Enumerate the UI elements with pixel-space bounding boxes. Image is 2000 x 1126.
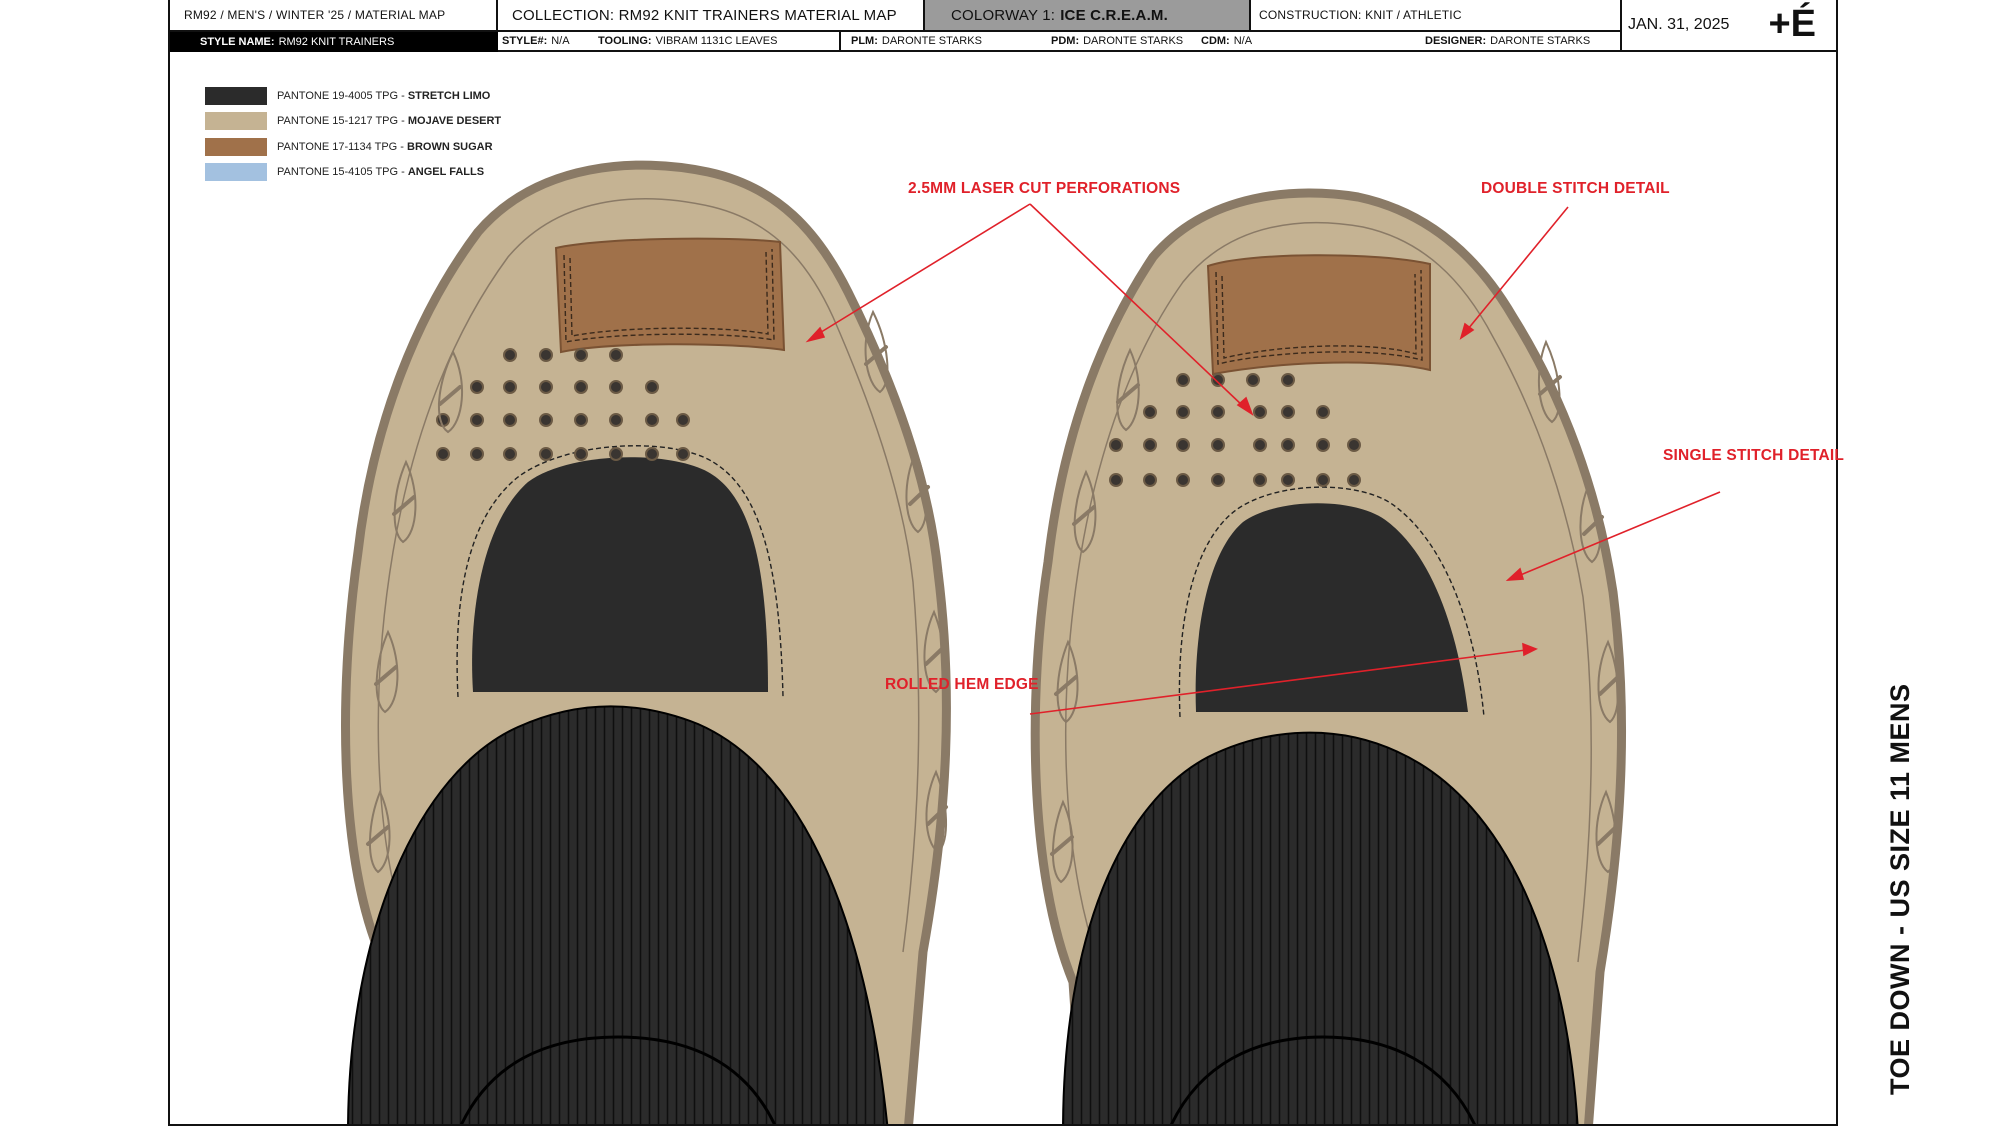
- construction-cell: CONSTRUCTION: KNIT / ATHLETIC: [1251, 0, 1622, 32]
- date-text: JAN. 31, 2025: [1628, 16, 1730, 33]
- season-cell: RM92 / MEN'S / WINTER '25 / MATERIAL MAP: [170, 0, 498, 32]
- view-size-label: TOE DOWN - US SIZE 11 MENS: [1885, 683, 1915, 1095]
- tooling-cell: TOOLING: VIBRAM 1131C LEAVES: [598, 32, 841, 52]
- pdm-label: PDM:: [1051, 35, 1080, 47]
- callout-rolled-hem: ROLLED HEM EDGE: [885, 676, 1039, 693]
- cdm-label: CDM:: [1201, 35, 1230, 47]
- colorway-cell: COLORWAY 1: ICE C.R.E.A.M.: [925, 0, 1251, 32]
- designer-label: DESIGNER:: [1425, 35, 1487, 47]
- pdm-cell: PDM: DARONTE STARKS: [1051, 32, 1201, 52]
- tooling-value: VIBRAM 1131C LEAVES: [655, 35, 778, 47]
- cdm-cell: CDM: N/A: [1201, 32, 1425, 52]
- shoe-illustration: [341, 160, 1721, 1124]
- colorway-label: COLORWAY 1:: [951, 6, 1056, 24]
- left-heel-tab: [554, 237, 786, 354]
- style-name-label: STYLE NAME:: [200, 36, 275, 48]
- brand-logo: +É: [1768, 3, 1816, 45]
- plm-cell: PLM: DARONTE STARKS: [841, 32, 1051, 52]
- season-text: RM92 / MEN'S / WINTER '25 / MATERIAL MAP: [184, 8, 446, 22]
- style-name-value: RM92 KNIT TRAINERS: [278, 36, 395, 48]
- callout-perforations: 2.5MM LASER CUT PERFORATIONS: [908, 180, 1181, 197]
- plm-value: DARONTE STARKS: [881, 35, 982, 47]
- collection-text: COLLECTION: RM92 KNIT TRAINERS MATERIAL …: [512, 6, 897, 24]
- tooling-label: TOOLING:: [598, 35, 652, 47]
- style-number-value: N/A: [551, 35, 570, 47]
- pdm-value: DARONTE STARKS: [1083, 35, 1184, 47]
- plm-label: PLM:: [851, 35, 878, 47]
- style-number-label: STYLE#:: [502, 35, 548, 47]
- designer-value: DARONTE STARKS: [1490, 35, 1591, 47]
- perforation-leader-left: [817, 203, 1031, 335]
- designer-cell: DESIGNER: DARONTE STARKS: [1425, 32, 1622, 52]
- callout-double-stitch: DOUBLE STITCH DETAIL: [1481, 180, 1670, 197]
- right-shoe: [1030, 188, 1627, 1124]
- callout-single-stitch: SINGLE STITCH DETAIL: [1663, 447, 1845, 464]
- style-number-cell: STYLE#: N/A: [498, 32, 598, 52]
- construction-text: CONSTRUCTION: KNIT / ATHLETIC: [1259, 8, 1462, 22]
- colorway-value: ICE C.R.E.A.M.: [1060, 6, 1168, 24]
- right-heel-tab: [1206, 254, 1431, 376]
- left-shoe: [341, 160, 951, 1124]
- collection-cell: COLLECTION: RM92 KNIT TRAINERS MATERIAL …: [498, 0, 925, 32]
- cdm-value: N/A: [1233, 35, 1253, 47]
- style-name-cell: STYLE NAME: RM92 KNIT TRAINERS: [170, 32, 498, 52]
